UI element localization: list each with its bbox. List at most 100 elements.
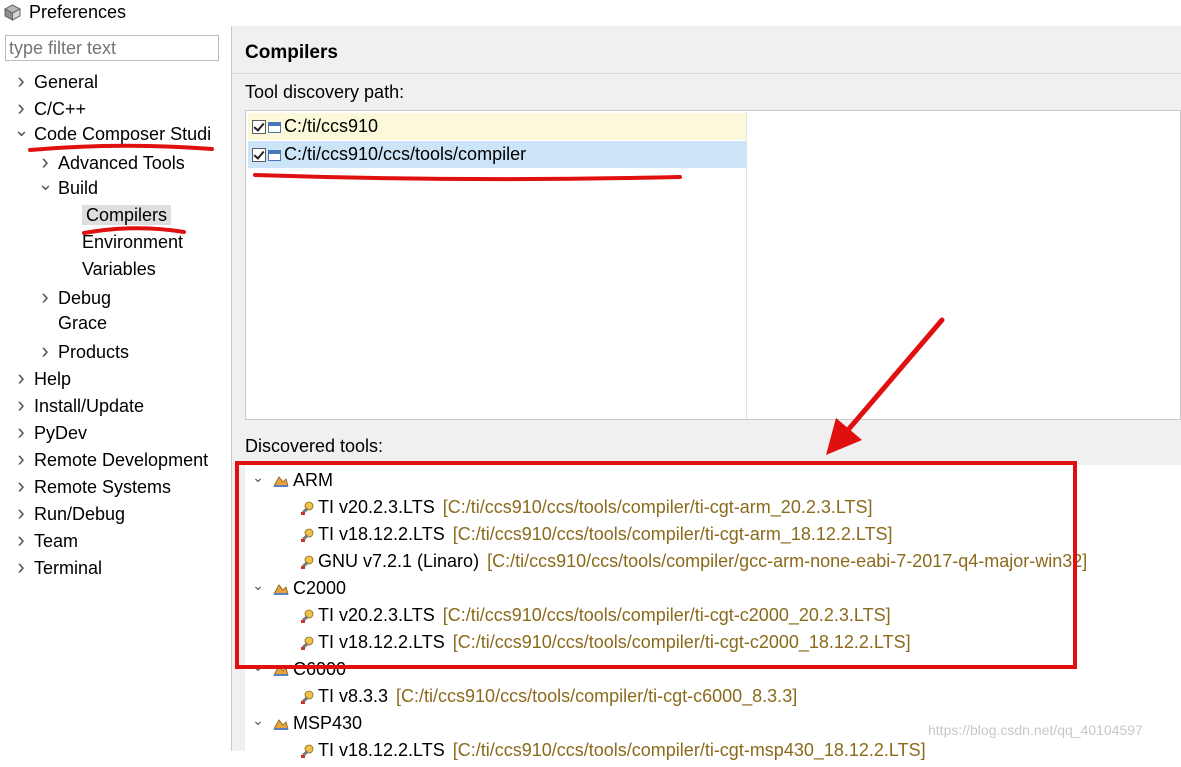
tool-item[interactable]: TI v8.3.3 [C:/ti/ccs910/ccs/tools/compile… [299,683,797,710]
tool-group-label: C6000 [293,659,347,679]
toolchain-group-icon [273,577,289,595]
tree-item-label: Remote Systems [34,477,172,497]
page-header: Compilers [232,26,1181,74]
filter-input[interactable] [5,35,219,61]
tree-item-pydev[interactable]: › PyDev [14,418,87,445]
tree-item-code-composer-studi[interactable]: ⌄ Code Composer Studi [14,120,212,148]
tool-group-msp430[interactable]: ⌄ MSP430 [251,710,362,737]
chevron-down-icon[interactable]: ⌄ [251,707,265,734]
tree-item-label: Code Composer Studi [34,124,212,144]
tree-item-label: Install/Update [34,396,145,416]
tree-item-variables[interactable]: Variables [62,256,156,283]
tool-item[interactable]: TI v20.2.3.LTS [C:/ti/ccs910/ccs/tools/co… [299,494,873,521]
compiler-tool-icon [299,686,315,704]
tree-item-products[interactable]: › Products [38,337,129,364]
chevron-right-icon[interactable]: › [14,364,28,391]
tree-item-label: Products [58,342,130,362]
toolchain-group-icon [273,469,289,487]
chevron-down-icon[interactable]: ⌄ [251,572,265,599]
tree-item-advanced-tools[interactable]: › Advanced Tools [38,148,185,175]
watermark-text: https://blog.csdn.net/qq_40104597 [928,722,1143,738]
tree-item-label: Environment [82,232,184,252]
preferences-nav-pane: ›General›C/C++⌄Code Composer Studi›Advan… [0,26,231,751]
tree-item-environment[interactable]: Environment [62,229,183,256]
compiler-tool-icon [299,551,315,569]
path-checkbox[interactable] [252,120,266,134]
discovery-path-list: C:/ti/ccs910 C:/ti/ccs910/ccs/tools/compi… [246,111,747,419]
tool-name: TI v20.2.3.LTS [318,605,435,625]
compiler-tool-icon [299,524,315,542]
tree-item-label: Team [34,531,79,551]
window-title: Preferences [29,2,127,22]
discovery-path-row[interactable]: C:/ti/ccs910/ccs/tools/compiler [248,141,746,168]
tool-path: [C:/ti/ccs910/ccs/tools/compiler/ti-cgt-… [452,740,926,760]
chevron-right-icon[interactable]: › [14,67,28,94]
discovery-path-label: Tool discovery path: [245,82,405,102]
tool-item[interactable]: TI v18.12.2.LTS [C:/ti/ccs910/ccs/tools/c… [299,521,893,548]
tool-name: TI v18.12.2.LTS [318,632,445,652]
tree-item-build[interactable]: ⌄ Build [38,174,98,202]
chevron-right-icon[interactable]: › [14,445,28,472]
compiler-tool-icon [299,605,315,623]
compiler-tool-icon [299,740,315,758]
tool-group-arm[interactable]: ⌄ ARM [251,467,333,494]
tree-item-label: Advanced Tools [58,153,185,173]
chevron-right-icon[interactable]: › [14,472,28,499]
title-bar: Preferences [0,0,1181,26]
tree-item-grace[interactable]: Grace [38,310,107,337]
tool-item[interactable]: GNU v7.2.1 (Linaro) [C:/ti/ccs910/ccs/too… [299,548,1087,575]
tool-path: [C:/ti/ccs910/ccs/tools/compiler/ti-cgt-… [442,605,891,625]
chevron-down-icon[interactable]: ⌄ [251,464,265,491]
chevron-down-icon[interactable]: ⌄ [251,653,265,680]
discovery-path-row[interactable]: C:/ti/ccs910 [248,113,746,140]
tree-item-help[interactable]: › Help [14,364,71,391]
tree-item-terminal[interactable]: › Terminal [14,553,102,580]
tree-item-label: Help [34,369,72,389]
tree-item-run-debug[interactable]: › Run/Debug [14,499,125,526]
tree-item-label: Debug [58,288,112,308]
path-text: C:/ti/ccs910 [284,116,379,136]
chevron-right-icon[interactable]: › [14,418,28,445]
tree-item-compilers[interactable]: Compilers [62,202,172,229]
tool-item[interactable]: TI v20.2.3.LTS [C:/ti/ccs910/ccs/tools/co… [299,602,891,629]
tool-name: TI v8.3.3 [318,686,389,706]
tool-path: [C:/ti/ccs910/ccs/tools/compiler/ti-cgt-… [452,632,911,652]
tool-group-label: C2000 [293,578,347,598]
tool-name: TI v18.12.2.LTS [318,524,445,544]
tree-item-general[interactable]: › General [14,67,98,94]
tree-item-install-update[interactable]: › Install/Update [14,391,144,418]
chevron-down-icon[interactable]: ⌄ [38,171,53,198]
tool-path: [C:/ti/ccs910/ccs/tools/compiler/ti-cgt-… [396,686,798,706]
tree-item-label: Terminal [34,558,103,578]
path-checkbox[interactable] [252,148,266,162]
tree-item-remote-development[interactable]: › Remote Development [14,445,208,472]
compiler-tool-icon [299,497,315,515]
chevron-right-icon[interactable]: › [38,283,52,310]
tool-name: TI v18.12.2.LTS [318,740,445,760]
tree-item-remote-systems[interactable]: › Remote Systems [14,472,171,499]
chevron-right-icon[interactable]: › [38,337,52,364]
tool-group-label: MSP430 [293,713,363,733]
discovery-path-box: C:/ti/ccs910 C:/ti/ccs910/ccs/tools/compi… [245,110,1181,420]
chevron-right-icon[interactable]: › [14,499,28,526]
toolchain-group-icon [273,712,289,730]
path-text: C:/ti/ccs910/ccs/tools/compiler [284,144,527,164]
path-window-icon [268,122,281,133]
tree-item-label: C/C++ [34,99,87,119]
tree-item-label: General [34,72,99,92]
compilers-page: Compilers Tool discovery path: C:/ti/ccs… [232,26,1181,760]
tool-item[interactable]: TI v18.12.2.LTS [C:/ti/ccs910/ccs/tools/c… [299,629,911,656]
chevron-right-icon[interactable]: › [14,526,28,553]
tree-item-team[interactable]: › Team [14,526,78,553]
tree-item-debug[interactable]: › Debug [38,283,111,310]
tree-item-label: Run/Debug [34,504,126,524]
chevron-right-icon[interactable]: › [14,391,28,418]
tool-path: [C:/ti/ccs910/ccs/tools/compiler/gcc-arm… [487,551,1088,571]
discovered-tools-tree: ⌄ ARM TI v20.2.3.LTS [C:/ti/ccs910/ccs/tool… [245,465,1181,760]
chevron-right-icon[interactable]: › [14,553,28,580]
chevron-down-icon[interactable]: ⌄ [14,117,29,144]
tool-group-c2000[interactable]: ⌄ C2000 [251,575,346,602]
tool-group-label: ARM [293,470,333,490]
tree-item-label: Grace [58,313,108,333]
tool-group-c6000[interactable]: ⌄ C6000 [251,656,346,683]
